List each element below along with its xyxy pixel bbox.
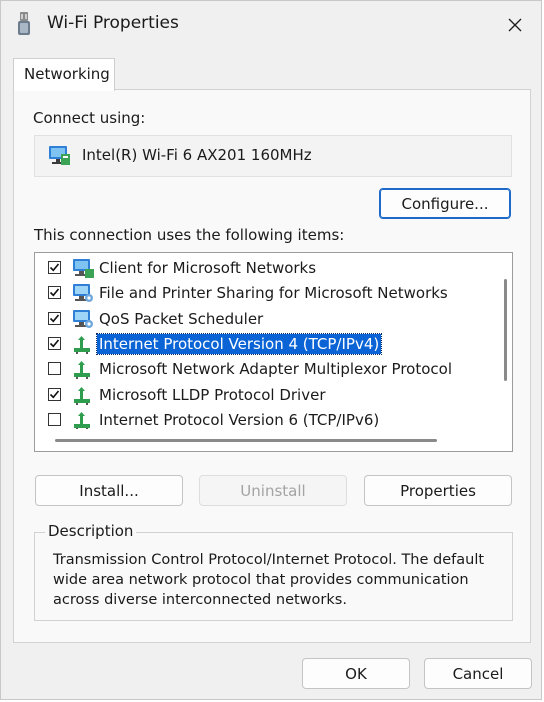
protocol-icon <box>71 385 95 410</box>
ok-button[interactable]: OK <box>302 658 410 689</box>
close-icon <box>508 18 522 32</box>
network-service-icon <box>71 283 95 308</box>
item-checkbox[interactable] <box>48 362 61 376</box>
item-label: Internet Protocol Version 4 (TCP/IPv4) <box>95 332 383 355</box>
item-checkbox[interactable] <box>48 387 61 401</box>
adapter-box: Intel(R) Wi-Fi 6 AX201 160MHz <box>34 135 512 177</box>
configure-button[interactable]: Configure... <box>379 188 511 219</box>
cancel-button[interactable]: Cancel <box>424 658 532 689</box>
wifi-adapter-icon <box>17 12 31 36</box>
description-text: Transmission Control Protocol/Internet P… <box>53 552 485 608</box>
list-item[interactable]: Microsoft LLDP Protocol Driver <box>35 383 490 408</box>
tab-networking[interactable]: Networking <box>13 58 115 91</box>
item-checkbox[interactable] <box>48 412 61 426</box>
window-title: Wi-Fi Properties <box>47 13 179 33</box>
list-item[interactable]: QoS Packet Scheduler <box>35 307 490 332</box>
protocol-icon <box>71 334 95 359</box>
item-label: Internet Protocol Version 6 (TCP/IPv6) <box>99 410 380 429</box>
network-client-icon <box>71 258 95 283</box>
uninstall-button[interactable]: Uninstall <box>199 475 347 506</box>
item-checkbox[interactable] <box>48 286 61 300</box>
list-item[interactable]: Client for Microsoft Networks <box>35 256 490 281</box>
vertical-scrollbar[interactable] <box>490 253 512 451</box>
list-item[interactable]: Microsoft Network Adapter Multiplexor Pr… <box>35 357 490 382</box>
close-button[interactable] <box>497 7 533 43</box>
items-list[interactable]: Client for Microsoft Networks File and Pr… <box>34 252 513 452</box>
description-legend: Description <box>45 522 137 540</box>
title-bar: Wi-Fi Properties <box>1 1 541 48</box>
adapter-name: Intel(R) Wi-Fi 6 AX201 160MHz <box>82 146 312 164</box>
item-label: Microsoft Network Adapter Multiplexor Pr… <box>99 360 452 379</box>
item-checkbox[interactable] <box>48 336 61 350</box>
protocol-icon <box>71 359 95 384</box>
list-item[interactable]: File and Printer Sharing for Microsoft N… <box>35 281 490 306</box>
item-label: Client for Microsoft Networks <box>99 259 317 277</box>
horizontal-scroll-thumb[interactable] <box>55 439 437 442</box>
horizontal-scrollbar[interactable] <box>35 429 490 451</box>
item-label: Microsoft LLDP Protocol Driver <box>99 385 326 404</box>
install-button[interactable]: Install... <box>35 475 183 506</box>
items-label: This connection uses the following items… <box>34 226 345 244</box>
properties-button[interactable]: Properties <box>364 475 512 506</box>
wifi-properties-dialog: Wi-Fi Properties Networking Connect usin… <box>0 0 542 700</box>
connect-using-label: Connect using: <box>33 109 146 127</box>
item-checkbox[interactable] <box>48 311 61 325</box>
vertical-scroll-thumb[interactable] <box>504 279 507 381</box>
network-adapter-icon <box>47 145 71 171</box>
description-group: Description Transmission Control Protoco… <box>34 522 513 621</box>
item-label: File and Printer Sharing for Microsoft N… <box>99 284 448 303</box>
list-item[interactable]: Internet Protocol Version 4 (TCP/IPv4) <box>35 332 490 357</box>
item-label: QoS Packet Scheduler <box>99 309 264 328</box>
item-checkbox[interactable] <box>48 261 61 274</box>
networking-panel: Connect using: Intel(R) Wi-Fi 6 AX201 16… <box>13 89 531 643</box>
network-service-icon <box>71 309 95 334</box>
